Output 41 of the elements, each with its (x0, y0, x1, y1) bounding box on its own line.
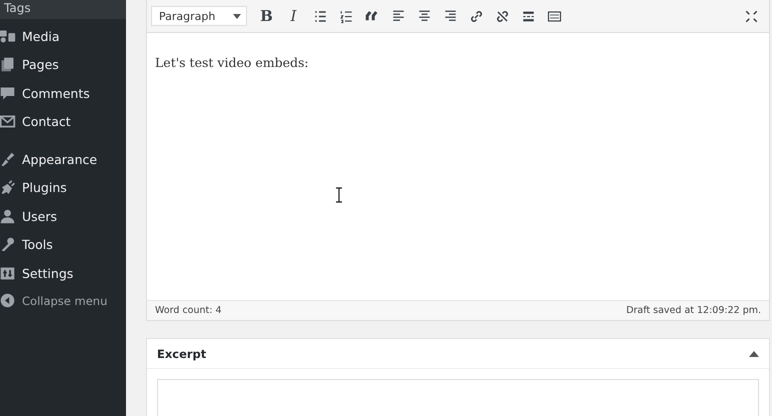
menu-item[interactable]: Media (22, 28, 60, 44)
media-icon (0, 28, 16, 45)
numbered-list-icon[interactable] (338, 8, 354, 24)
align-center-icon[interactable] (416, 8, 432, 24)
menu-item[interactable]: Users (22, 208, 58, 224)
text-cursor-icon (335, 187, 343, 203)
bulleted-list-icon[interactable] (312, 8, 328, 24)
menu-item[interactable]: Comments (22, 86, 90, 101)
collapse-icon[interactable] (0, 292, 16, 310)
fullscreen-icon[interactable] (744, 8, 759, 24)
caret-icon (233, 14, 241, 18)
excerpt-title: Excerpt (157, 346, 206, 360)
menu-item[interactable]: Pages (22, 57, 59, 72)
format-dropdown[interactable]: Paragraph (151, 6, 247, 26)
appearance-icon (0, 150, 16, 168)
format-button[interactable]: B (258, 6, 274, 26)
menu-item[interactable]: Tools (22, 237, 53, 252)
align-right-icon[interactable] (442, 8, 458, 24)
menu-item[interactable]: Appearance (22, 152, 98, 167)
word-count: Word count: 4 (155, 305, 222, 316)
quote-icon[interactable] (364, 8, 380, 24)
tools-icon (0, 236, 16, 254)
editor-text: Let's test video embeds: (154, 54, 310, 72)
comments-icon (0, 84, 16, 102)
link-icon[interactable] (468, 8, 484, 24)
draft-saved-status: Draft saved at 12:09:22 pm. (626, 305, 761, 316)
menu-item[interactable]: Plugins (22, 180, 67, 196)
menu-item[interactable]: Settings (22, 266, 74, 281)
toggle-arrow-icon[interactable] (749, 350, 759, 356)
users-icon (0, 208, 16, 225)
plugins-icon (0, 179, 16, 196)
contact-icon (0, 113, 16, 130)
align-left-icon[interactable] (390, 8, 406, 24)
collapse-menu-link[interactable]: Collapse menu (22, 294, 108, 308)
read-more-icon[interactable] (520, 8, 536, 24)
format-button[interactable]: I (286, 6, 302, 26)
unlink-icon[interactable] (494, 8, 510, 24)
menu-item[interactable]: Contact (22, 114, 71, 130)
menu-item[interactable]: Tags (0, 0, 126, 16)
pages-icon (0, 56, 16, 74)
editor-content-area[interactable]: Let's test video embeds: (147, 33, 769, 300)
